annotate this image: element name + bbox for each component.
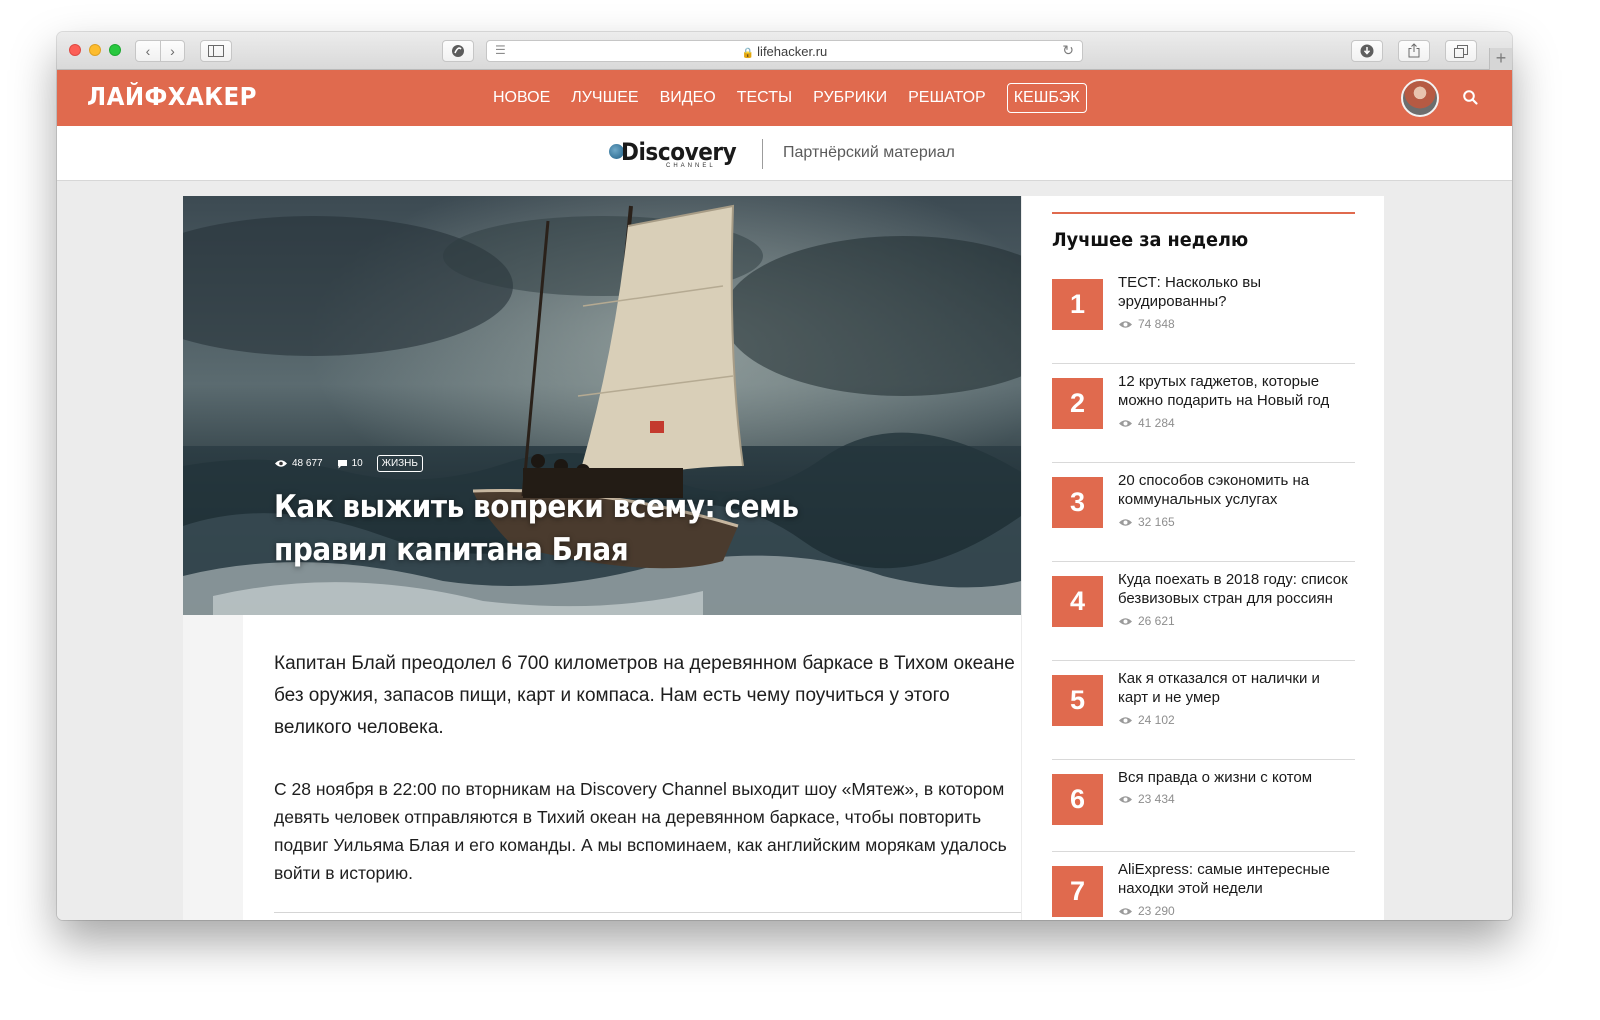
eye-icon	[1119, 518, 1132, 526]
divider	[274, 912, 1021, 913]
partner-label: Партнёрский материал	[783, 144, 955, 161]
new-tab-button[interactable]: +	[1489, 48, 1512, 70]
list-item-title[interactable]: ТЕСТ: Насколько вы эрудированны?	[1118, 273, 1354, 311]
list-item[interactable]: 6 Вся правда о жизни с котом 23 434	[1052, 760, 1355, 852]
eye-icon	[1119, 907, 1132, 915]
download-icon	[1360, 44, 1374, 58]
article-views: 48 677	[274, 458, 323, 469]
list-item[interactable]: 7 AliExpress: самые интересные находки э…	[1052, 852, 1355, 920]
list-item-title[interactable]: 20 способов сэкономить на коммунальных у…	[1118, 471, 1354, 509]
site-logo[interactable]: ЛАЙФХАКЕР	[87, 82, 257, 111]
tabs-icon	[1454, 45, 1468, 58]
sidebar-icon	[208, 45, 224, 57]
article-title[interactable]: Как выжить вопреки всему: семь правил ка…	[274, 486, 895, 572]
article-tag[interactable]: ЖИЗНЬ	[376, 455, 423, 472]
rank-badge: 4	[1052, 576, 1103, 627]
eye-icon	[1119, 320, 1132, 328]
comment-icon	[337, 459, 347, 468]
zoom-window-button[interactable]	[109, 44, 121, 56]
nav-item-video[interactable]: ВИДЕО	[660, 89, 716, 107]
nav-item-tests[interactable]: ТЕСТЫ	[737, 89, 792, 107]
article-comments[interactable]: 10	[337, 458, 363, 469]
search-button[interactable]	[1462, 89, 1480, 107]
extension-button[interactable]	[442, 40, 474, 62]
best-of-week-sidebar: Лучшее за неделю 1 ТЕСТ: Насколько вы эр…	[1022, 196, 1384, 920]
nav-item-rubrics[interactable]: РУБРИКИ	[813, 89, 887, 107]
reload-icon[interactable]: ↻	[1062, 42, 1074, 59]
avatar[interactable]	[1401, 79, 1439, 117]
share-button[interactable]	[1398, 40, 1430, 62]
list-item-views: 41 284	[1118, 416, 1175, 430]
rank-badge: 7	[1052, 866, 1103, 917]
rank-badge: 3	[1052, 477, 1103, 528]
list-item[interactable]: 1 ТЕСТ: Насколько вы эрудированны? 74 84…	[1052, 265, 1355, 364]
search-icon	[1463, 90, 1478, 105]
sidebar-title: Лучшее за неделю	[1052, 229, 1249, 251]
list-item-title[interactable]: Вся правда о жизни с котом	[1118, 768, 1354, 787]
rank-badge: 2	[1052, 378, 1103, 429]
close-window-button[interactable]	[69, 44, 81, 56]
rank-badge: 6	[1052, 774, 1103, 825]
main-nav: НОВОЕ ЛУЧШЕЕ ВИДЕО ТЕСТЫ РУБРИКИ РЕШАТОР…	[493, 70, 1087, 126]
list-item-title[interactable]: 12 крутых гаджетов, которые можно подари…	[1118, 372, 1354, 410]
lock-icon: 🔒	[741, 48, 755, 59]
list-item-views: 74 848	[1118, 317, 1175, 331]
share-icon	[1408, 43, 1420, 58]
partner-divider	[762, 139, 763, 169]
list-item-views: 23 290	[1118, 904, 1175, 918]
hero-image[interactable]: 48 677 10 ЖИЗНЬ Как выжить вопреки всему…	[183, 196, 1021, 615]
nav-item-best[interactable]: ЛУЧШЕЕ	[571, 89, 638, 107]
list-item[interactable]: 2 12 крутых гаджетов, которые можно пода…	[1052, 364, 1355, 463]
grey-strip	[183, 615, 243, 920]
rank-badge: 5	[1052, 675, 1103, 726]
sidebar-toggle-button[interactable]	[200, 40, 232, 62]
partner-bar: Discovery CHANNEL Партнёрский материал	[57, 126, 1512, 181]
minimize-window-button[interactable]	[89, 44, 101, 56]
eye-icon	[1119, 419, 1132, 427]
eye-icon	[275, 460, 287, 467]
extension-icon	[452, 45, 464, 57]
article-meta: 48 677 10 ЖИЗНЬ	[274, 455, 423, 472]
nav-item-reshator[interactable]: РЕШАТОР	[908, 89, 986, 107]
list-item-views: 24 102	[1118, 713, 1175, 727]
discovery-logo[interactable]: Discovery CHANNEL	[609, 136, 744, 170]
eye-icon	[1119, 716, 1132, 724]
content-area: 48 677 10 ЖИЗНЬ Как выжить вопреки всему…	[57, 182, 1512, 920]
eye-icon	[1119, 795, 1132, 803]
browser-window: ‹ › ☰ 🔒 lifehacker.ru ↻ + ЛАЙФХАКЕР НОВОЕ …	[57, 32, 1512, 920]
list-item-views: 23 434	[1118, 792, 1175, 806]
cashback-button[interactable]: КЕШБЭК	[1006, 83, 1087, 113]
browser-toolbar: ‹ › ☰ 🔒 lifehacker.ru ↻ +	[57, 32, 1512, 70]
list-item-views: 26 621	[1118, 614, 1175, 628]
list-item[interactable]: 4 Куда поехать в 2018 году: список безви…	[1052, 562, 1355, 661]
history-nav: ‹ ›	[135, 40, 185, 62]
address-bar[interactable]: ☰ 🔒 lifehacker.ru ↻	[486, 40, 1083, 62]
list-item-views: 32 165	[1118, 515, 1175, 529]
list-item-title[interactable]: AliExpress: самые интересные находки это…	[1118, 860, 1354, 898]
tab-overview-button[interactable]	[1445, 40, 1477, 62]
article: 48 677 10 ЖИЗНЬ Как выжить вопреки всему…	[183, 196, 1021, 920]
list-item[interactable]: 5 Как я отказался от налички и карт и не…	[1052, 661, 1355, 760]
site-header: ЛАЙФХАКЕР НОВОЕ ЛУЧШЕЕ ВИДЕО ТЕСТЫ РУБРИ…	[57, 70, 1512, 126]
article-paragraph: С 28 ноября в 22:00 по вторникам на Disc…	[274, 779, 1007, 883]
downloads-button[interactable]	[1351, 40, 1383, 62]
list-item-title[interactable]: Куда поехать в 2018 году: список безвизо…	[1118, 570, 1354, 608]
rank-badge: 1	[1052, 279, 1103, 330]
eye-icon	[1119, 617, 1132, 625]
article-lead: Капитан Блай преодолел 6 700 километров …	[274, 653, 1015, 738]
sidebar-accent-line	[1052, 212, 1355, 214]
list-item-title[interactable]: Как я отказался от налички и карт и не у…	[1118, 669, 1354, 707]
nav-item-new[interactable]: НОВОЕ	[493, 89, 550, 107]
list-item[interactable]: 3 20 способов сэкономить на коммунальных…	[1052, 463, 1355, 562]
url-text: lifehacker.ru	[757, 44, 828, 59]
back-icon[interactable]: ‹	[136, 41, 160, 61]
forward-icon[interactable]: ›	[160, 41, 184, 61]
